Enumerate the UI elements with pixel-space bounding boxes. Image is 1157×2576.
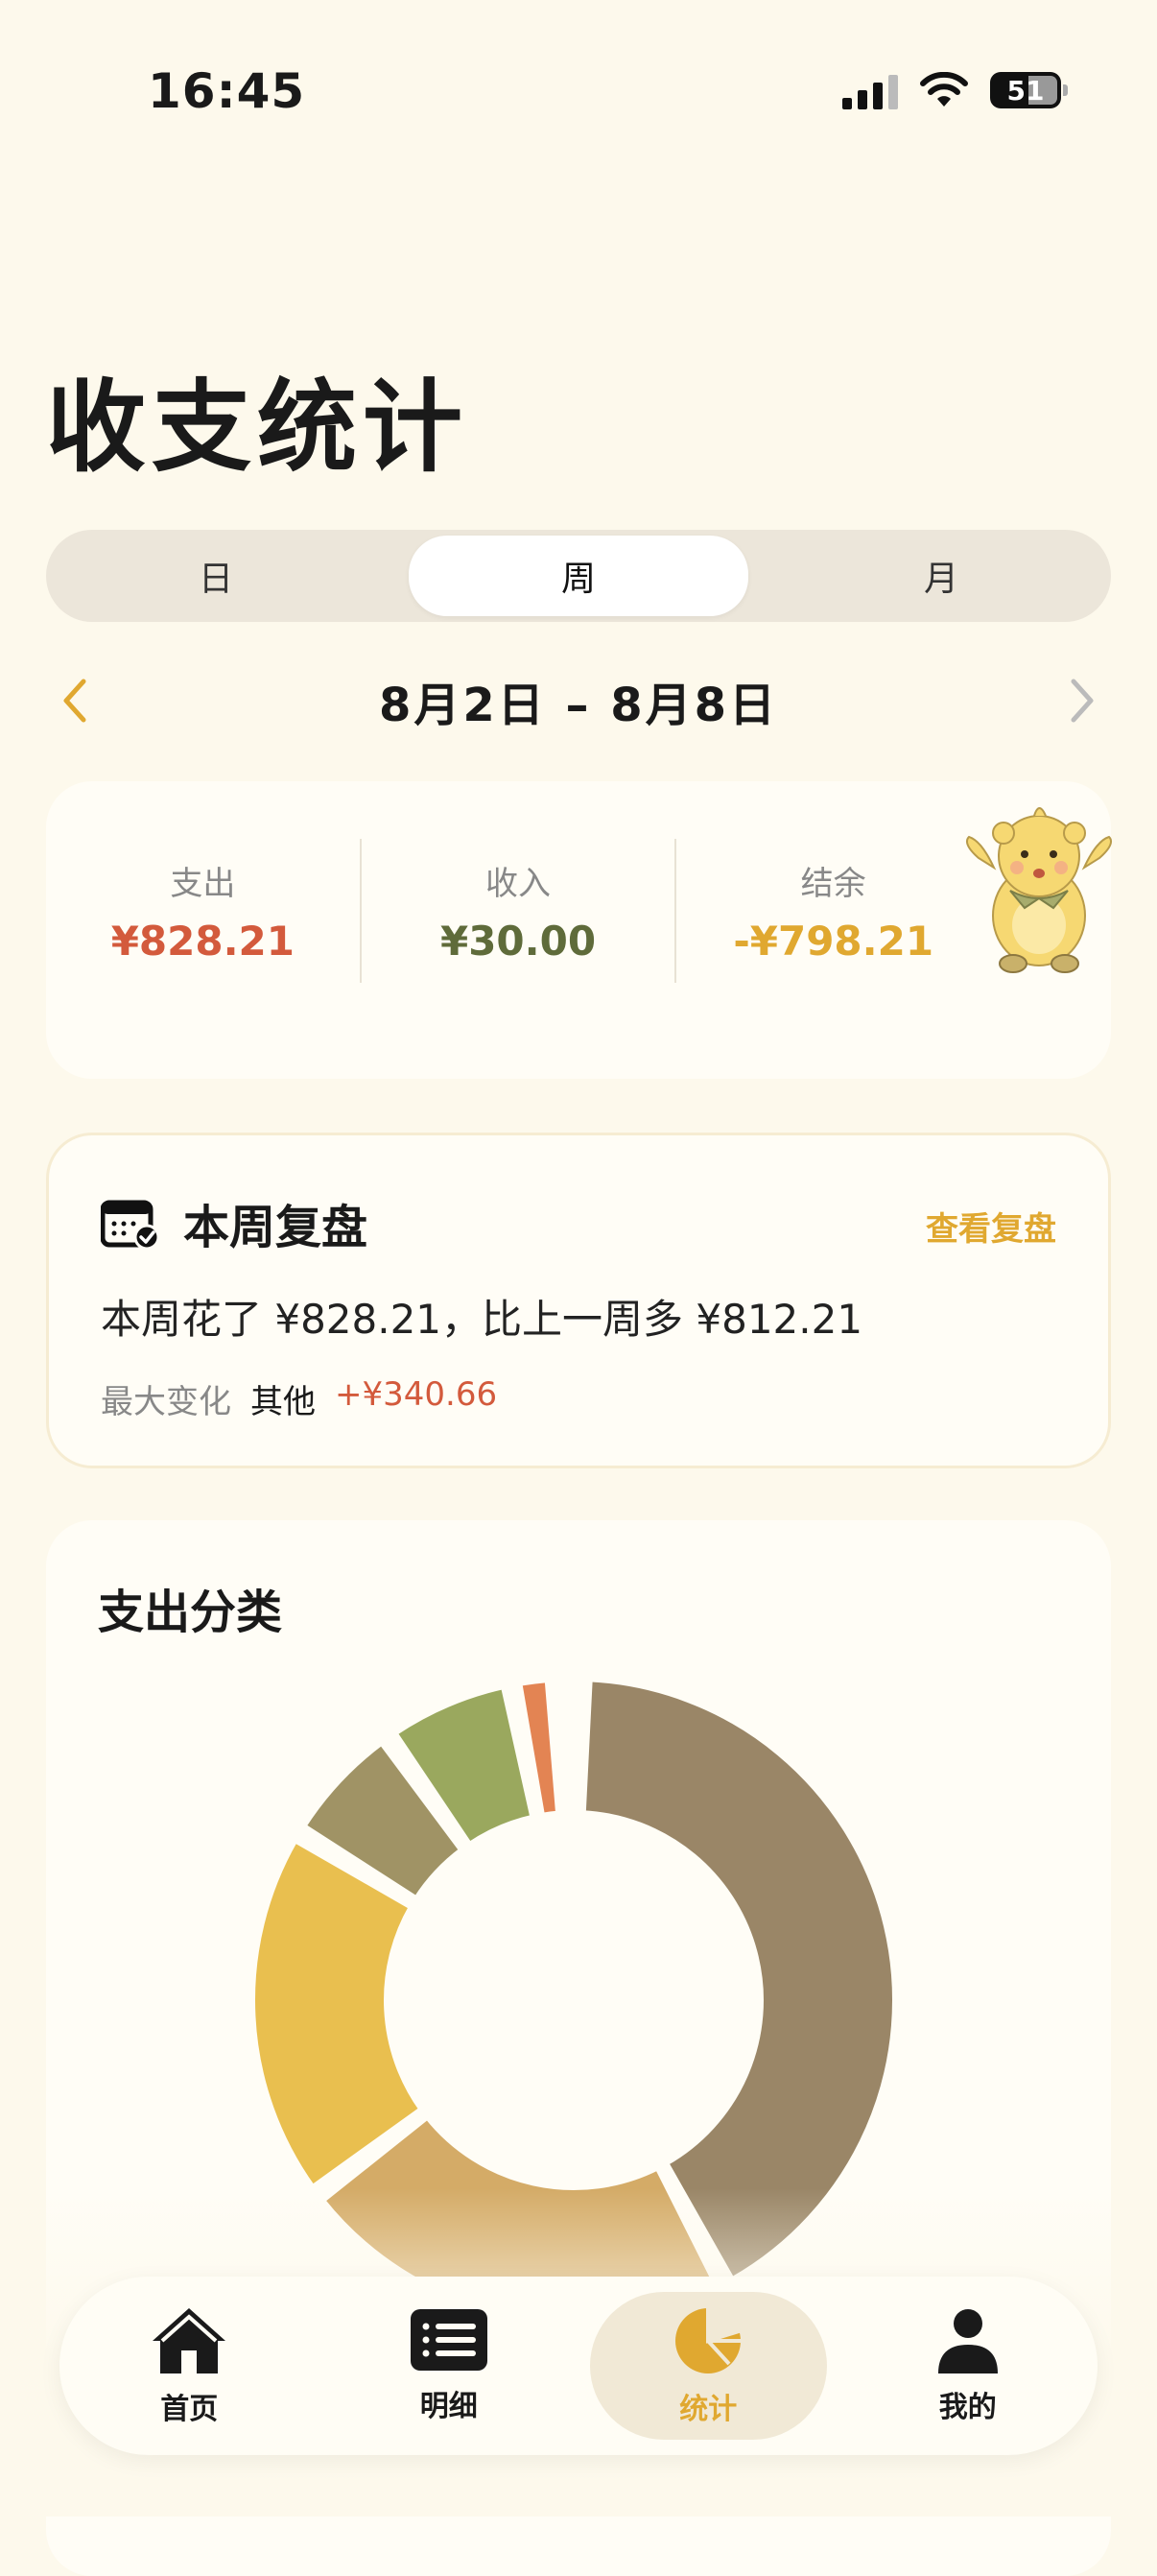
category-title: 支出分类	[98, 1586, 283, 1639]
tab-details[interactable]: 明细	[319, 2277, 579, 2455]
bottom-tab-bar: 首页 明细 统计 我的	[59, 2277, 1098, 2455]
weekly-review-card[interactable]: 本周复盘 查看复盘 本周花了 ¥828.21，比上一周多 ¥812.21 最大变…	[46, 1133, 1111, 1468]
chevron-right-icon	[1071, 679, 1094, 723]
tab-statistics[interactable]: 统计	[578, 2277, 838, 2455]
tab-month[interactable]: 月	[771, 530, 1111, 622]
date-navigation: 8月2日 – 8月8日	[46, 662, 1111, 739]
person-icon	[937, 2309, 998, 2373]
largest-change-category: 其他	[250, 1383, 316, 1421]
wifi-icon	[920, 72, 968, 107]
chevron-left-icon	[63, 679, 86, 723]
income-value: ¥30.00	[439, 918, 597, 965]
calendar-check-icon	[101, 1200, 160, 1249]
home-icon	[153, 2308, 226, 2373]
battery-level: 51	[1006, 74, 1045, 107]
mascot-illustration	[966, 807, 1112, 973]
review-title: 本周复盘	[183, 1201, 368, 1254]
tab-week[interactable]: 周	[409, 536, 748, 616]
view-review-link[interactable]: 查看复盘	[926, 1203, 1056, 1250]
income-summary: 收入 ¥30.00	[359, 839, 675, 983]
tab-home-label: 首页	[160, 2393, 219, 2426]
balance-summary: 结余 -¥798.21	[674, 839, 990, 983]
tab-me[interactable]: 我的	[838, 2277, 1098, 2455]
cellular-signal-icon	[842, 71, 898, 109]
expense-value: ¥828.21	[110, 918, 295, 965]
tab-details-label: 明细	[419, 2390, 478, 2423]
page-title: 收支统计	[46, 369, 469, 486]
period-segmented-control: 日 周 月	[46, 530, 1111, 622]
tab-me-label: 我的	[938, 2391, 997, 2424]
list-icon	[410, 2309, 487, 2371]
next-period-button[interactable]	[1053, 672, 1111, 729]
pie-chart-icon	[675, 2305, 742, 2373]
balance-value: -¥798.21	[733, 918, 934, 965]
summary-card: 支出 ¥828.21 收入 ¥30.00 结余 -¥798.21	[46, 781, 1112, 1079]
donut-segment-2[interactable]	[249, 1837, 425, 2191]
tab-day[interactable]: 日	[46, 530, 386, 622]
income-label: 收入	[485, 865, 551, 903]
expense-summary: 支出 ¥828.21	[46, 839, 360, 983]
largest-change-value: +¥340.66	[335, 1375, 498, 1414]
tab-statistics-label: 统计	[679, 2393, 738, 2426]
balance-label: 结余	[800, 865, 866, 903]
status-time: 16:45	[148, 63, 306, 119]
date-range-label: 8月2日 – 8月8日	[378, 679, 779, 732]
status-icons: 51	[842, 71, 1068, 109]
battery-icon: 51	[990, 72, 1068, 108]
largest-change-label: 最大变化	[101, 1383, 231, 1421]
expense-label: 支出	[170, 865, 236, 903]
largest-change-row: 最大变化 其他 +¥340.66	[101, 1375, 497, 1422]
tab-home[interactable]: 首页	[59, 2277, 319, 2455]
previous-period-button[interactable]	[46, 672, 104, 729]
review-summary-text: 本周花了 ¥828.21，比上一周多 ¥812.21	[101, 1296, 863, 1343]
